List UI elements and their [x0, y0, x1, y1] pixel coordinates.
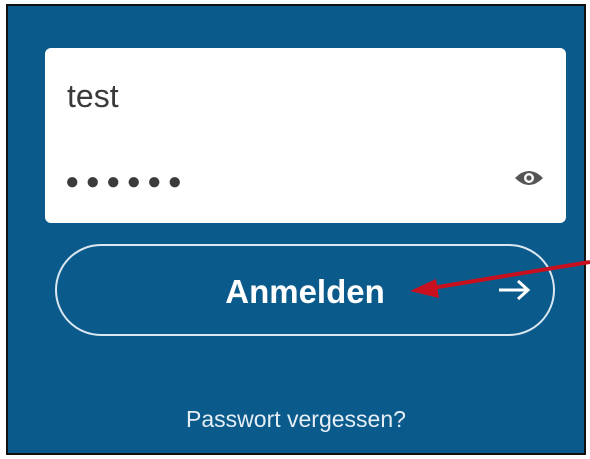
login-card: test ●●●●●● — [45, 48, 566, 223]
arrow-right-icon — [499, 279, 531, 301]
forgot-password-link[interactable]: Passwort vergessen? — [8, 406, 584, 433]
password-field[interactable]: ●●●●●● — [65, 168, 188, 196]
login-button-label: Anmelden — [225, 273, 385, 310]
login-button[interactable]: Anmelden — [55, 244, 555, 336]
eye-icon[interactable] — [514, 168, 544, 188]
username-field[interactable]: test — [67, 78, 119, 115]
login-screen: test ●●●●●● Anmelden Passwort vergessen? — [6, 4, 586, 455]
